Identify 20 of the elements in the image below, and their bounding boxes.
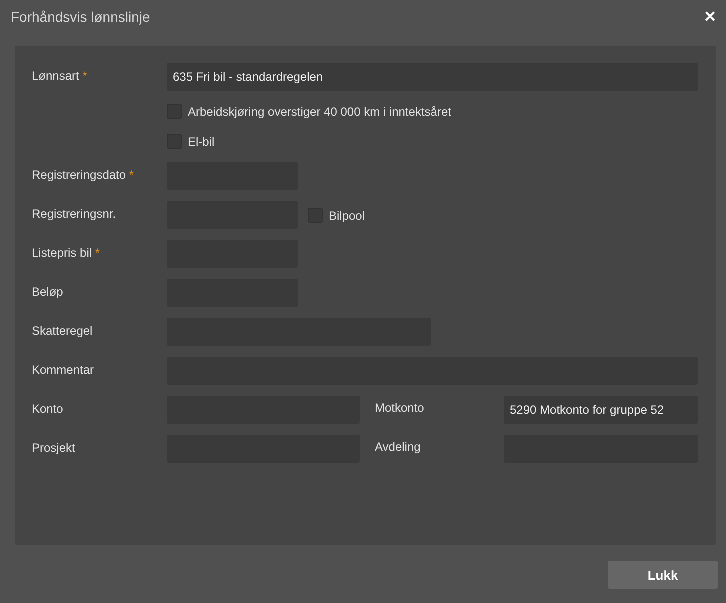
checkbox[interactable]: Bilpool [308, 208, 366, 223]
field-label: Registreringsdato * [32, 167, 136, 182]
dialog-title: Forhåndsvis lønnslinje [11, 9, 150, 25]
checkbox-label: Bilpool [329, 208, 366, 222]
field-label: Konto [32, 401, 64, 416]
field-label: Registreringsnr. [32, 206, 118, 221]
field-label: Listepris bil * [32, 245, 102, 260]
field-label: Motkonto [375, 400, 426, 417]
close-button[interactable]: ✕ [704, 8, 717, 26]
field-label: Prosjekt [32, 440, 76, 455]
field-label: Skatteregel [32, 323, 94, 338]
field-label: Kommentar [32, 362, 96, 377]
field-label: Avdeling [375, 439, 422, 456]
checkbox-label: El-bil [188, 134, 215, 148]
input-field[interactable]: 5290 Motkonto for gruppe 52 [504, 396, 698, 424]
field-label: Lønnsart * [32, 68, 88, 83]
close-dialog-button[interactable]: Lukk [608, 561, 718, 589]
input-field[interactable]: 635 Fri bil - standardregelen [167, 63, 698, 91]
field-label: Beløp [32, 284, 64, 299]
checkbox[interactable]: El-bil [167, 134, 215, 149]
